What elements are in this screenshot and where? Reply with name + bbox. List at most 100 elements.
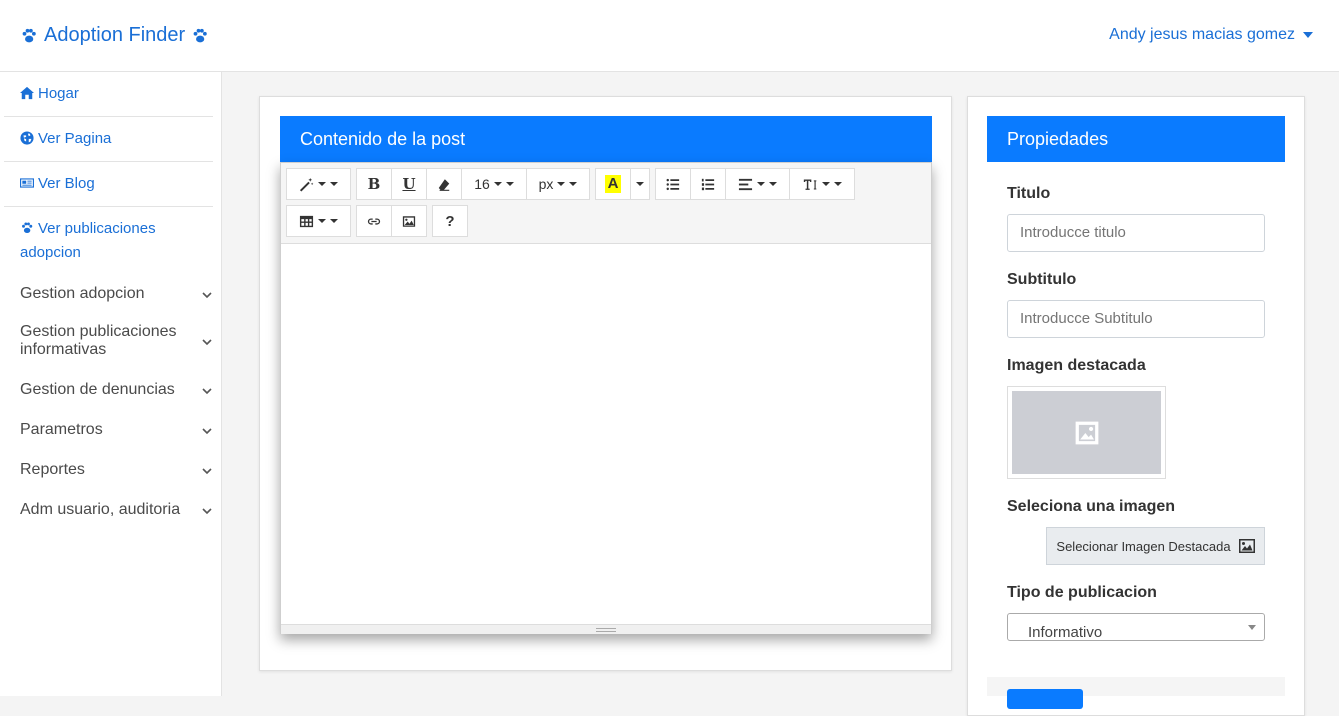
- line-height-dropdown[interactable]: [789, 168, 855, 200]
- insert-link-button[interactable]: [356, 205, 392, 237]
- magic-wand-icon: [299, 177, 314, 192]
- paw-icon: [22, 222, 33, 233]
- caret-down-icon: [636, 182, 644, 186]
- post-content-header: Contenido de la post: [280, 116, 932, 162]
- sidebar-group-gestion-publicaciones[interactable]: Gestion publicaciones informativas: [20, 309, 213, 365]
- grip-icon: [596, 627, 616, 632]
- insert-image-button[interactable]: [391, 205, 427, 237]
- user-menu[interactable]: Andy jesus macias gomez: [1109, 26, 1313, 44]
- table-dropdown-button[interactable]: [286, 205, 351, 237]
- sidebar-group-label: Gestion adopcion: [20, 285, 145, 302]
- ordered-list-button[interactable]: [690, 168, 726, 200]
- properties-title: Propiedades: [1007, 129, 1109, 149]
- caret-down-icon: [769, 182, 777, 186]
- editor-resize-handle[interactable]: [281, 624, 931, 634]
- select-featured-image-button[interactable]: Selecionar Imagen Destacada: [1046, 527, 1265, 565]
- editor-toolbar: B U 16 px A ?: [281, 163, 931, 244]
- underline-button[interactable]: U: [391, 168, 427, 200]
- caret-down-icon: [833, 182, 842, 186]
- caret-down-icon: [330, 182, 338, 186]
- sidebar-link-ver-publicaciones[interactable]: Ver publicaciones adopcion: [4, 207, 213, 275]
- numbered-list-icon: [701, 178, 715, 190]
- caret-down-icon: [493, 182, 502, 186]
- chevron-down-icon: [201, 504, 213, 516]
- text-height-icon: [803, 179, 816, 190]
- subtitulo-input[interactable]: [1007, 300, 1265, 338]
- sidebar-link-hogar[interactable]: Hogar: [4, 72, 213, 117]
- caret-down-icon: [318, 219, 326, 223]
- paragraph-align-dropdown[interactable]: [725, 168, 790, 200]
- chevron-down-icon: [201, 384, 213, 396]
- globe-icon: [20, 131, 34, 145]
- tipo-publicacion-label: Tipo de publicacion: [1007, 584, 1157, 601]
- unordered-list-button[interactable]: [655, 168, 691, 200]
- help-button[interactable]: ?: [432, 205, 468, 237]
- font-unit-dropdown[interactable]: px: [526, 168, 590, 200]
- picture-icon: [1238, 539, 1255, 553]
- sidebar-link-label: Ver publicaciones adopcion: [20, 220, 156, 261]
- home-icon: [20, 86, 34, 100]
- bold-button[interactable]: B: [356, 168, 392, 200]
- caret-down-icon: [505, 182, 514, 186]
- user-name: Andy jesus macias gomez: [1109, 26, 1295, 43]
- table-icon: [299, 215, 314, 227]
- caret-down-icon: [1303, 32, 1313, 38]
- brand[interactable]: Adoption Finder: [20, 24, 209, 47]
- titulo-label: Titulo: [1007, 185, 1051, 202]
- font-size-dropdown[interactable]: 16: [461, 168, 527, 200]
- chevron-down-icon: [201, 424, 213, 436]
- submit-button[interactable]: [1007, 689, 1083, 709]
- sidebar-group-parametros[interactable]: Parametros: [20, 405, 213, 445]
- help-icon: ?: [445, 212, 455, 230]
- color-dropdown-button[interactable]: [630, 168, 650, 200]
- underline-icon: U: [402, 175, 416, 193]
- clear-format-button[interactable]: [426, 168, 462, 200]
- selecciona-imagen-label: Seleciona una imagen: [1007, 498, 1176, 515]
- picture-icon: [402, 215, 416, 227]
- font-size-value: 16: [474, 176, 490, 192]
- rich-text-editor: B U 16 px A ?: [280, 162, 932, 634]
- caret-down-icon: [757, 182, 765, 186]
- sidebar-link-label: Ver Blog: [38, 175, 95, 192]
- newspaper-icon: [20, 178, 34, 188]
- style-dropdown-button[interactable]: [286, 168, 351, 200]
- sidebar-group-adm-usuario[interactable]: Adm usuario, auditoria: [20, 485, 213, 525]
- caret-down-icon: [330, 219, 338, 223]
- chevron-down-icon: [201, 464, 213, 476]
- font-unit-value: px: [538, 176, 554, 192]
- chevron-down-icon: [201, 288, 213, 300]
- sidebar-group-gestion-denuncias[interactable]: Gestion de denuncias: [20, 365, 213, 405]
- paw-icon: [193, 28, 207, 42]
- eraser-icon: [438, 178, 450, 191]
- sidebar-group-label: Gestion de denuncias: [20, 381, 175, 398]
- post-content-title: Contenido de la post: [300, 129, 466, 149]
- featured-image-preview: [1007, 386, 1166, 479]
- titulo-input[interactable]: [1007, 214, 1265, 252]
- sidebar-link-ver-blog[interactable]: Ver Blog: [4, 162, 213, 207]
- link-icon: [367, 217, 381, 225]
- chevron-down-icon: [201, 335, 213, 347]
- sidebar-group-reportes[interactable]: Reportes: [20, 445, 213, 485]
- tipo-publicacion-select[interactable]: Informativo: [1007, 613, 1265, 641]
- subtitulo-label: Subtitulo: [1007, 271, 1077, 288]
- highlight-icon: A: [604, 175, 622, 193]
- paw-icon: [22, 28, 36, 42]
- sidebar-group-gestion-adopcion[interactable]: Gestion adopcion: [20, 279, 213, 309]
- top-navbar: Adoption Finder Andy jesus macias gomez: [0, 0, 1339, 72]
- caret-down-icon: [569, 182, 578, 186]
- sidebar-link-label: Hogar: [38, 85, 79, 102]
- sidebar-link-ver-pagina[interactable]: Ver Pagina: [4, 117, 213, 162]
- brand-name: Adoption Finder: [44, 24, 186, 46]
- image-placeholder-icon: [1075, 421, 1098, 444]
- imagen-destacada-label: Imagen destacada: [1007, 357, 1146, 374]
- caret-down-icon: [821, 182, 830, 186]
- bullet-list-icon: [666, 178, 680, 190]
- caret-down-icon: [1248, 625, 1256, 630]
- select-featured-image-label: Selecionar Imagen Destacada: [1056, 538, 1231, 554]
- editor-content-area[interactable]: [281, 244, 931, 624]
- properties-header: Propiedades: [987, 116, 1285, 162]
- bold-icon: B: [367, 175, 381, 193]
- sidebar-link-label: Ver Pagina: [38, 130, 112, 147]
- sidebar-group-label: Adm usuario, auditoria: [20, 501, 181, 518]
- highlight-color-button[interactable]: A: [595, 168, 631, 200]
